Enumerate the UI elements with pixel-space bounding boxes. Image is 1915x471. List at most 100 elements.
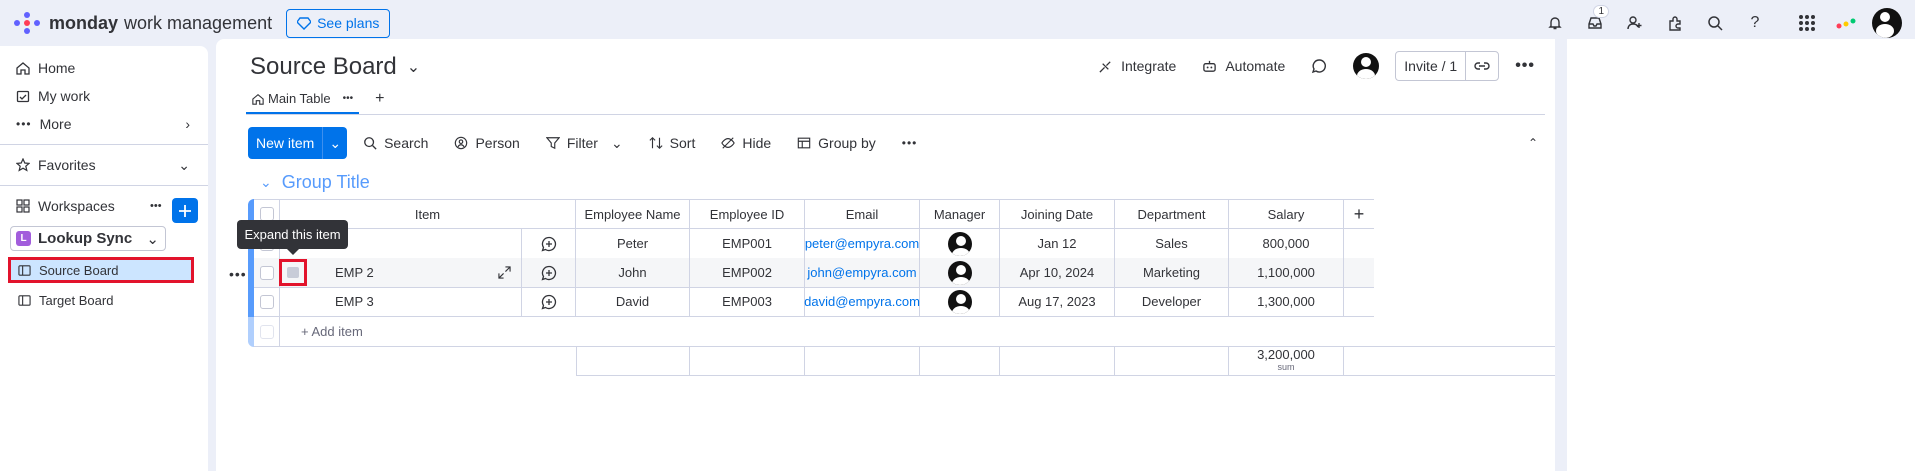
manager-avatar[interactable] (920, 258, 1000, 288)
column-header-manager[interactable]: Manager (920, 199, 1000, 229)
add-update-icon[interactable] (522, 229, 576, 259)
chevron-down-icon[interactable]: ⌄ (260, 174, 272, 191)
automate-button[interactable]: Automate (1192, 51, 1295, 81)
table-row[interactable]: EMP 2 John EMP002 john@empyra.com Apr 10… (254, 258, 1374, 288)
board-title[interactable]: Source Board ⌄ (250, 53, 420, 81)
column-header-email[interactable]: Email (805, 199, 920, 229)
add-board-button[interactable] (172, 198, 198, 223)
department-cell[interactable]: Sales (1115, 229, 1229, 259)
workspaces-options-icon[interactable]: ••• (150, 200, 162, 212)
brand-name: monday (49, 12, 119, 33)
salary-cell[interactable]: 1,300,000 (1229, 287, 1344, 317)
salary-cell[interactable]: 800,000 (1229, 229, 1344, 259)
board-owner-avatar[interactable] (1343, 51, 1389, 81)
sidebar-board-target[interactable]: Target Board (0, 287, 208, 313)
board-options-icon[interactable]: ••• (1505, 51, 1545, 81)
column-header-employee-id[interactable]: Employee ID (690, 199, 805, 229)
filter-button[interactable]: Filter ⌄ (536, 127, 633, 159)
employee-name-cell[interactable]: Peter (576, 229, 690, 259)
vertical-scrollbar[interactable] (1555, 39, 1567, 471)
person-label: Person (475, 135, 520, 151)
item-name-cell[interactable]: EMP 3 (280, 287, 522, 317)
person-filter-button[interactable]: Person (444, 127, 529, 159)
chevron-down-icon[interactable]: ⌄ (322, 127, 347, 159)
integrate-button[interactable]: Integrate (1088, 51, 1186, 81)
sidebar-item-more[interactable]: ••• More › (0, 110, 208, 138)
item-name-cell[interactable]: EMP 2 (280, 258, 522, 288)
filter-icon (545, 137, 560, 150)
table-row[interactable]: EMP 3 David EMP003 david@empyra.com Aug … (254, 287, 1374, 317)
search-icon[interactable] (1695, 3, 1735, 43)
tab-main-table[interactable]: Main Table ••• (246, 91, 360, 114)
new-item-label: New item (256, 135, 315, 151)
user-avatar[interactable] (1867, 3, 1907, 43)
table-row[interactable]: EMP 1 Peter EMP001 peter@empyra.com Jan … (254, 229, 1374, 259)
sidebar-item-my-work[interactable]: My work (0, 82, 208, 110)
expand-arrows-icon[interactable] (498, 266, 511, 279)
employee-id-cell[interactable]: EMP001 (690, 229, 805, 259)
department-cell[interactable]: Developer (1115, 287, 1229, 317)
add-column-icon[interactable]: + (1344, 199, 1374, 229)
column-header-salary[interactable]: Salary (1229, 199, 1344, 229)
joining-date-cell[interactable]: Apr 10, 2024 (1000, 258, 1115, 288)
add-item-row[interactable]: + Add item (254, 317, 1556, 347)
search-button[interactable]: Search (353, 127, 438, 159)
joining-date-cell[interactable]: Aug 17, 2023 (1000, 287, 1115, 317)
manager-avatar[interactable] (920, 287, 1000, 317)
monday-logo[interactable]: monday work management (14, 12, 272, 34)
row-options-icon[interactable]: ••• (229, 266, 247, 282)
workspace-selector[interactable]: L Lookup Sync ⌄ (10, 226, 166, 251)
joining-date-cell[interactable]: Jan 12 (1000, 229, 1115, 259)
copy-link-icon[interactable] (1465, 52, 1498, 80)
employee-id-cell[interactable]: EMP003 (690, 287, 805, 317)
invite-members-icon[interactable] (1615, 3, 1655, 43)
sidebar-item-home[interactable]: Home (0, 54, 208, 82)
search-icon (364, 137, 377, 150)
row-checkbox[interactable] (254, 287, 280, 317)
add-item-input[interactable]: + Add item (280, 317, 1556, 347)
tab-options-icon[interactable]: ••• (343, 93, 354, 104)
manager-avatar[interactable] (920, 229, 1000, 259)
email-cell[interactable]: peter@empyra.com (805, 229, 920, 259)
salary-sum-value: 3,200,000 (1257, 346, 1315, 362)
email-cell[interactable]: john@empyra.com (805, 258, 920, 288)
updates-chat-icon[interactable] (1301, 51, 1337, 81)
employee-name-cell[interactable]: David (576, 287, 690, 317)
see-plans-button[interactable]: See plans (286, 8, 391, 38)
employee-name-cell[interactable]: John (576, 258, 690, 288)
column-header-joining-date[interactable]: Joining Date (1000, 199, 1115, 229)
group-title[interactable]: Group Title (282, 172, 370, 193)
sidebar-item-favorites[interactable]: Favorites ⌄ (0, 151, 208, 179)
inbox-icon[interactable]: 1 (1575, 3, 1615, 43)
apps-marketplace-icon[interactable] (1655, 3, 1695, 43)
hide-label: Hide (742, 135, 772, 151)
add-view-button[interactable]: + (367, 90, 392, 114)
email-cell[interactable]: david@empyra.com (804, 287, 920, 317)
help-icon[interactable]: ? (1735, 3, 1775, 43)
collapse-header-icon[interactable]: ⌃ (1521, 131, 1545, 155)
column-header-department[interactable]: Department (1115, 199, 1229, 229)
hide-button[interactable]: Hide (711, 127, 781, 159)
expand-item-button[interactable] (279, 259, 307, 286)
notifications-icon[interactable] (1535, 3, 1575, 43)
monday-account-icon[interactable] (1827, 3, 1867, 43)
app-switcher-icon[interactable] (1787, 3, 1827, 43)
salary-cell[interactable]: 1,100,000 (1229, 258, 1344, 288)
sidebar-board-source[interactable]: Source Board (8, 257, 194, 283)
salary-sum[interactable]: 3,200,000 sum (1229, 346, 1344, 376)
new-item-button[interactable]: New item ⌄ (248, 127, 348, 159)
add-update-icon[interactable] (522, 258, 576, 288)
sort-button[interactable]: Sort (639, 127, 706, 159)
department-cell[interactable]: Marketing (1115, 258, 1229, 288)
group-by-button[interactable]: Group by (787, 127, 886, 159)
add-update-icon[interactable] (522, 287, 576, 317)
empty-cell (1115, 346, 1229, 376)
automate-label: Automate (1225, 58, 1286, 74)
employee-id-cell[interactable]: EMP002 (690, 258, 805, 288)
invite-button[interactable]: Invite / 1 (1395, 51, 1500, 81)
chevron-down-icon[interactable]: ⌄ (611, 135, 623, 152)
toolbar-more-icon[interactable]: ••• (892, 127, 928, 159)
group-header[interactable]: ⌄ Group Title (260, 172, 370, 193)
column-header-employee-name[interactable]: Employee Name (576, 199, 690, 229)
row-checkbox[interactable] (254, 258, 280, 288)
